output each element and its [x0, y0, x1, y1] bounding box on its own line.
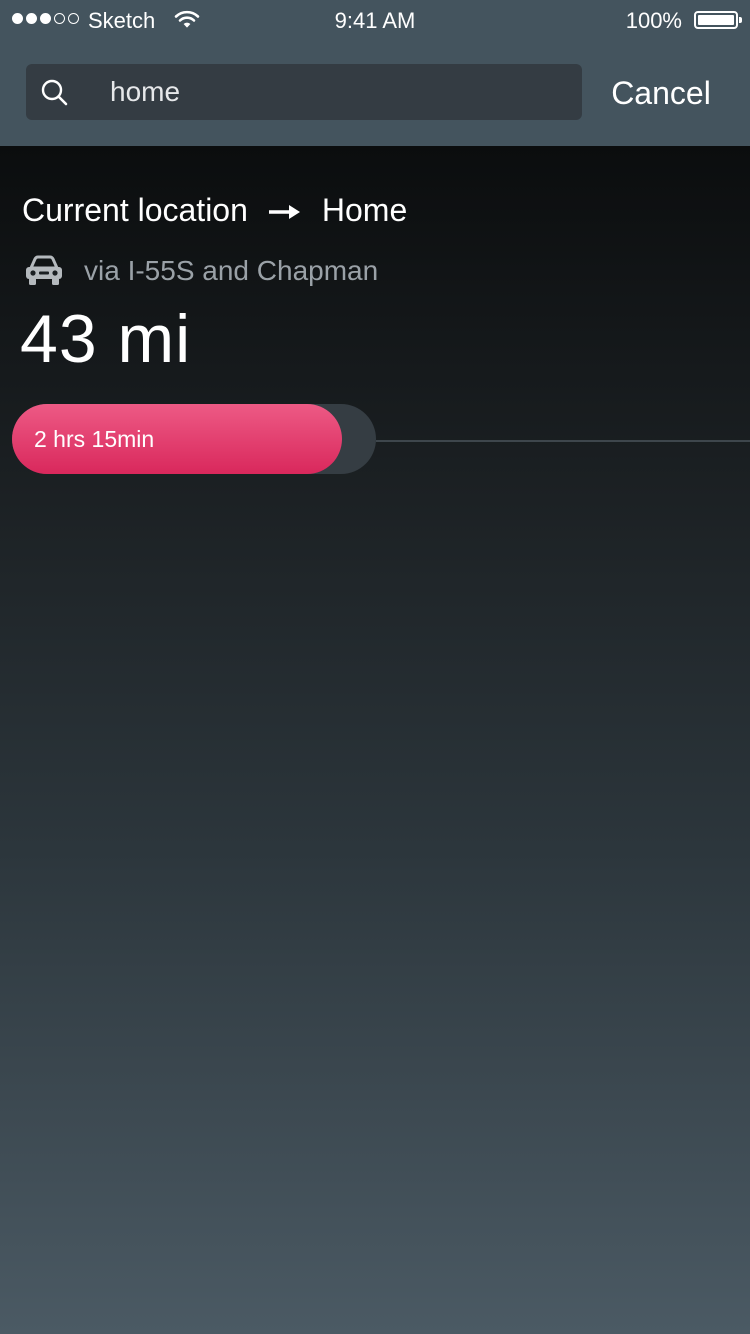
route-via: via I-55S and Chapman — [24, 254, 378, 288]
header: Sketch 9:41 AM 100% Cancel — [0, 0, 750, 146]
arrow-right-icon — [268, 193, 302, 230]
route-distance: 43 mi — [20, 301, 192, 377]
search-input[interactable] — [110, 64, 560, 120]
route-title[interactable]: Current location Home — [22, 192, 407, 229]
route-origin: Current location — [22, 192, 248, 228]
duration-timeline — [376, 440, 750, 442]
search-bar[interactable] — [26, 64, 582, 120]
car-icon — [24, 254, 64, 288]
cancel-button[interactable]: Cancel — [600, 68, 722, 118]
duration-label: 2 hrs 15min — [34, 426, 155, 452]
route-destination: Home — [321, 192, 408, 228]
duration-button[interactable]: 2 hrs 15min — [12, 404, 342, 474]
battery-icon — [694, 11, 742, 29]
route-via-text: via I-55S and Chapman — [84, 255, 379, 286]
route-screen: Sketch 9:41 AM 100% Cancel — [0, 0, 750, 1334]
status-bar: Sketch 9:41 AM 100% — [0, 0, 750, 40]
battery-percentage: 100% — [625, 8, 682, 33]
search-icon — [40, 78, 70, 113]
